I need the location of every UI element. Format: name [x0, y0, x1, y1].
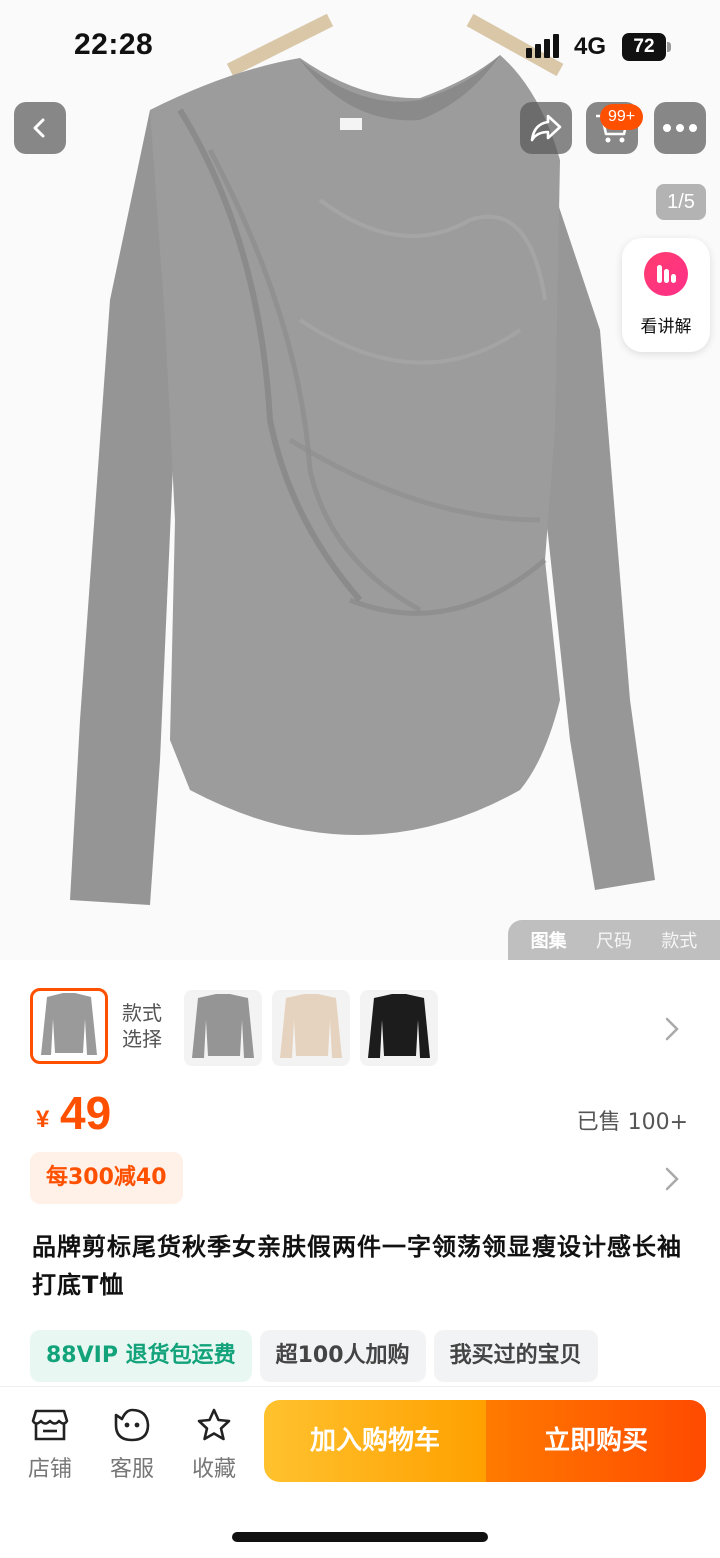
- chevron-left-icon: [33, 118, 45, 138]
- style-selector[interactable]: 款式 选择: [0, 986, 720, 1070]
- shop-button[interactable]: 店铺: [20, 1407, 80, 1483]
- home-indicator[interactable]: [232, 1532, 488, 1542]
- favorite-label: 收藏: [191, 1457, 236, 1482]
- style-swatch-black[interactable]: [360, 990, 438, 1066]
- status-time: 22:28: [74, 28, 154, 61]
- shop-label: 店铺: [27, 1457, 72, 1482]
- customer-service-button[interactable]: 客服: [102, 1407, 162, 1483]
- purchase-buttons: 加入购物车 立即购买: [264, 1400, 706, 1482]
- more-button[interactable]: [654, 102, 706, 154]
- currency-symbol: ¥: [36, 1106, 50, 1133]
- style-select-label: 款式 选择: [122, 1000, 162, 1052]
- style-label-line2: 选择: [122, 1027, 162, 1051]
- battery-cap: [667, 42, 671, 52]
- explain-video-button[interactable]: 看讲解: [622, 238, 710, 352]
- style-swatch-beige[interactable]: [272, 990, 350, 1066]
- tag-vip-return[interactable]: 88VIP 退货包运费: [30, 1330, 252, 1382]
- more-dots-icon: [663, 124, 697, 132]
- favorite-button[interactable]: 收藏: [184, 1407, 244, 1483]
- chevron-right-icon[interactable]: [664, 1166, 680, 1192]
- tab-gallery[interactable]: 图集: [531, 927, 567, 953]
- gallery-tab-bar: 图集 尺码 款式: [508, 920, 720, 960]
- tag-row: 88VIP 退货包运费 超100人加购 我买过的宝贝: [30, 1330, 598, 1382]
- style-swatch-selected[interactable]: [30, 988, 108, 1064]
- share-icon: [530, 114, 562, 142]
- tab-style[interactable]: 款式: [661, 927, 697, 953]
- tag-bought-before[interactable]: 我买过的宝贝: [433, 1330, 598, 1382]
- back-button[interactable]: [14, 102, 66, 154]
- service-label: 客服: [109, 1457, 154, 1482]
- buy-now-button[interactable]: 立即购买: [486, 1400, 706, 1482]
- star-icon: [197, 1408, 231, 1441]
- battery-level: 72: [622, 33, 666, 61]
- product-title: 品牌剪标尾货秋季女亲肤假两件一字领荡领显瘦设计感长袖打底T恤: [32, 1233, 682, 1299]
- tag-cart-count[interactable]: 超100人加购: [259, 1330, 426, 1382]
- cart-count-badge: 99+: [600, 104, 644, 130]
- signal-icon: [526, 34, 559, 58]
- style-label-line1: 款式: [122, 1001, 162, 1025]
- share-button[interactable]: [520, 102, 572, 154]
- promo-badge[interactable]: 每300减40: [30, 1152, 183, 1204]
- image-page-indicator: 1/5: [656, 184, 706, 220]
- audio-bars-icon: [644, 252, 688, 296]
- battery-indicator: 72: [622, 33, 672, 61]
- status-bar: 22:28 4G 72: [0, 0, 720, 96]
- network-type: 4G: [574, 33, 607, 60]
- chevron-right-icon[interactable]: [664, 1016, 680, 1042]
- tab-size[interactable]: 尺码: [596, 927, 632, 953]
- add-to-cart-button[interactable]: 加入购物车: [264, 1400, 486, 1482]
- price-value: 49: [60, 1087, 112, 1139]
- shop-icon: [31, 1409, 69, 1441]
- sold-count: 已售 100+: [576, 1110, 688, 1135]
- explain-label: 看讲解: [640, 317, 692, 337]
- service-icon: [114, 1408, 150, 1442]
- style-swatch-gray[interactable]: [184, 990, 262, 1066]
